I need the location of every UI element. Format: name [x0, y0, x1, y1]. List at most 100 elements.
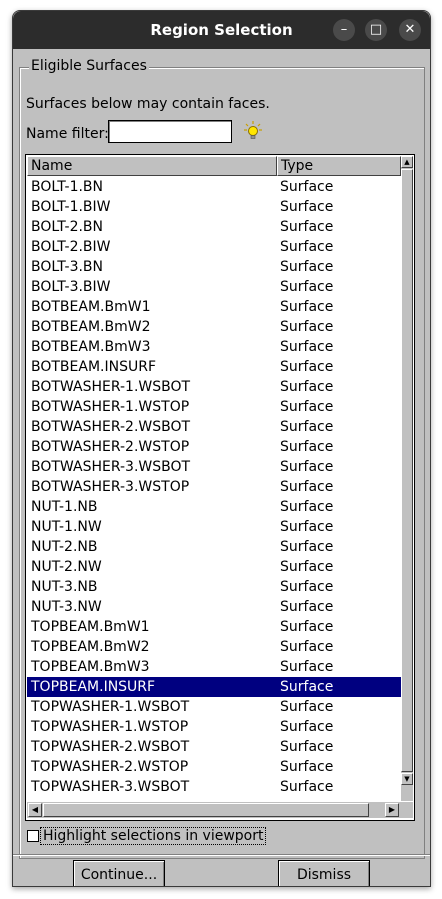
cell-name: BOLT-3.BN	[31, 259, 104, 275]
cell-name: NUT-3.NB	[31, 579, 98, 595]
cell-name: BOTWASHER-2.WSBOT	[31, 419, 191, 435]
cell-type: Surface	[280, 279, 334, 295]
table-row[interactable]: BOLT-2.BN Surface	[27, 217, 401, 237]
cell-name: TOPBEAM.BmW3	[31, 659, 150, 675]
table-row[interactable]: BOLT-3.BIW Surface	[27, 277, 401, 297]
lightbulb-icon[interactable]	[244, 121, 262, 141]
table-row[interactable]: TOPBEAM.INSURF Surface	[27, 677, 401, 697]
group-legend: Eligible Surfaces	[29, 58, 149, 74]
cell-name: BOTWASHER-2.WSTOP	[31, 439, 190, 455]
table-row[interactable]: BOLT-2.BIW Surface	[27, 237, 401, 257]
table-row[interactable]: TOPWASHER-1.WSTOP Surface	[27, 717, 401, 737]
cell-type: Surface	[280, 299, 334, 315]
table-row[interactable]: BOTBEAM.BmW3 Surface	[27, 337, 401, 357]
table-row[interactable]: TOPBEAM.BmW1 Surface	[27, 617, 401, 637]
cell-type: Surface	[280, 399, 334, 415]
minimize-button[interactable]: –	[333, 19, 355, 41]
column-header-type[interactable]: Type	[277, 156, 401, 176]
table-row[interactable]: TOPBEAM.BmW3 Surface	[27, 657, 401, 677]
cell-type: Surface	[280, 759, 334, 775]
table-row[interactable]: NUT-3.NW Surface	[27, 597, 401, 617]
scroll-up-icon[interactable]: ▲	[401, 156, 413, 168]
cell-name: TOPBEAM.BmW1	[31, 619, 150, 635]
table-row[interactable]: TOPWASHER-2.WSBOT Surface	[27, 737, 401, 757]
table-row[interactable]: BOLT-1.BIW Surface	[27, 197, 401, 217]
cell-name: BOTWASHER-3.WSTOP	[31, 479, 190, 495]
cell-name: NUT-2.NW	[31, 559, 102, 575]
table-row[interactable]: NUT-2.NW Surface	[27, 557, 401, 577]
table-row[interactable]: TOPWASHER-2.WSTOP Surface	[27, 757, 401, 777]
cell-name: TOPWASHER-3.WSBOT	[31, 779, 190, 795]
maximize-button[interactable]: □	[365, 19, 387, 41]
cell-type: Surface	[280, 379, 334, 395]
highlight-checkbox-label[interactable]: Highlight selections in viewport	[40, 827, 267, 845]
cell-type: Surface	[280, 499, 334, 515]
name-filter-input[interactable]	[108, 120, 232, 143]
surfaces-table[interactable]: Name Type BOLT-1.BN Surface BOLT-1.BIW Surf…	[25, 154, 415, 821]
cell-name: NUT-1.NB	[31, 499, 98, 515]
scroll-left-icon[interactable]: ◀	[28, 803, 42, 817]
table-row[interactable]: BOTBEAM.BmW2 Surface	[27, 317, 401, 337]
cell-name: TOPWASHER-2.WSBOT	[31, 739, 190, 755]
cell-name: BOTBEAM.INSURF	[31, 359, 157, 375]
table-row[interactable]: NUT-3.NB Surface	[27, 577, 401, 597]
continue-button[interactable]: Continue...	[73, 860, 165, 886]
cell-name: BOTWASHER-3.WSBOT	[31, 459, 191, 475]
table-row[interactable]: TOPWASHER-1.WSBOT Surface	[27, 697, 401, 717]
table-row[interactable]: BOTWASHER-2.WSBOT Surface	[27, 417, 401, 437]
cell-name: BOTWASHER-1.WSTOP	[31, 399, 190, 415]
highlight-checkbox[interactable]	[27, 830, 39, 842]
cell-type: Surface	[280, 699, 334, 715]
horizontal-scrollbar[interactable]: ◀ ▶	[27, 802, 401, 818]
table-row[interactable]: BOTWASHER-1.WSBOT Surface	[27, 377, 401, 397]
cell-name: BOTBEAM.BmW2	[31, 319, 151, 335]
cell-type: Surface	[280, 179, 334, 195]
title-bar[interactable]: Region Selection – □ ✕	[13, 11, 430, 49]
cell-type: Surface	[280, 779, 334, 795]
table-row[interactable]: BOLT-1.BN Surface	[27, 177, 401, 197]
table-row[interactable]: BOTWASHER-1.WSTOP Surface	[27, 397, 401, 417]
column-header-name[interactable]: Name	[27, 156, 277, 176]
table-header: Name Type	[27, 156, 401, 176]
cell-type: Surface	[280, 339, 334, 355]
close-button[interactable]: ✕	[399, 19, 421, 41]
vertical-scroll-thumb[interactable]	[401, 169, 413, 772]
dialog-content: Eligible Surfaces Surfaces below may con…	[13, 49, 430, 886]
scroll-down-icon[interactable]: ▼	[401, 773, 413, 785]
cell-type: Surface	[280, 679, 334, 695]
cell-name: BOTBEAM.BmW1	[31, 299, 151, 315]
cell-name: BOTBEAM.BmW3	[31, 339, 151, 355]
cell-type: Surface	[280, 359, 334, 375]
cell-type: Surface	[280, 459, 334, 475]
cell-type: Surface	[280, 579, 334, 595]
table-row[interactable]: BOTBEAM.INSURF Surface	[27, 357, 401, 377]
table-row[interactable]: BOTWASHER-3.WSBOT Surface	[27, 457, 401, 477]
table-row[interactable]: TOPBEAM.BmW2 Surface	[27, 637, 401, 657]
cell-type: Surface	[280, 439, 334, 455]
table-row[interactable]: BOTBEAM.BmW1 Surface	[27, 297, 401, 317]
horizontal-scroll-thumb[interactable]	[43, 803, 369, 817]
cell-name: BOLT-1.BIW	[31, 199, 111, 215]
table-row[interactable]: TOPWASHER-3.WSBOT Surface	[27, 777, 401, 797]
table-row[interactable]: NUT-1.NB Surface	[27, 497, 401, 517]
dismiss-button[interactable]: Dismiss	[278, 860, 370, 886]
table-row[interactable]: BOTWASHER-3.WSTOP Surface	[27, 477, 401, 497]
cell-type: Surface	[280, 239, 334, 255]
cell-type: Surface	[280, 619, 334, 635]
cell-name: TOPWASHER-2.WSTOP	[31, 759, 189, 775]
region-selection-window: Region Selection – □ ✕ Eligible Surfaces…	[12, 10, 431, 887]
cell-type: Surface	[280, 559, 334, 575]
cell-name: NUT-3.NW	[31, 599, 102, 615]
table-row[interactable]: BOTWASHER-2.WSTOP Surface	[27, 437, 401, 457]
table-row[interactable]: NUT-1.NW Surface	[27, 517, 401, 537]
scroll-right-icon[interactable]: ▶	[385, 803, 399, 817]
table-row[interactable]: BOLT-3.BN Surface	[27, 257, 401, 277]
table-row[interactable]: NUT-2.NB Surface	[27, 537, 401, 557]
cell-name: BOTWASHER-1.WSBOT	[31, 379, 191, 395]
vertical-scrollbar[interactable]: ▲ ▼	[401, 156, 413, 801]
cell-type: Surface	[280, 639, 334, 655]
cell-name: NUT-2.NB	[31, 539, 98, 555]
name-filter-label: Name filter:	[26, 126, 109, 142]
scrollbar-corner	[401, 802, 413, 818]
cell-type: Surface	[280, 659, 334, 675]
